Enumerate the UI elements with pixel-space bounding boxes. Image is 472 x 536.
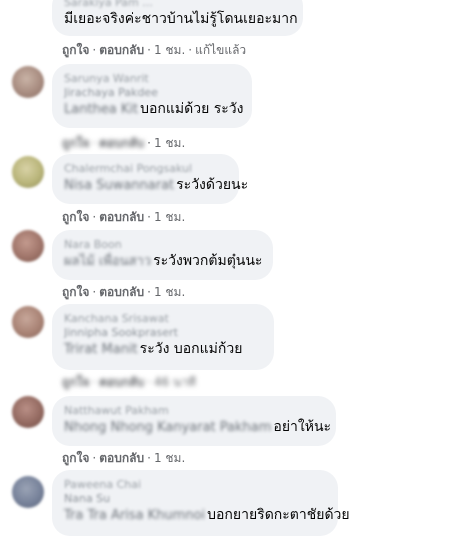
comment-text: อย่าให้นะ (273, 419, 332, 435)
comment-actions: ถูกใจ · ตอบกลับ · 1 ชม. · แก้ไขแล้ว (62, 43, 247, 57)
commenter-name[interactable]: Chalermchai Pongsakul (64, 161, 227, 176)
comment-actions: ถูกใจ · ตอบกลับ · 1 ชม. (62, 210, 186, 224)
like-button[interactable]: ถูกใจ (62, 285, 89, 299)
avatar[interactable] (12, 66, 44, 98)
mention-tag[interactable]: Trirat Manit (64, 341, 138, 359)
comment-actions: ถูกใจ · ตอบกลับ · 1 ชม. (62, 451, 186, 465)
mention-tag[interactable]: ผลไม้ เพื่อนสาว (64, 253, 151, 271)
comment-bubble: Natthawut Pakham Nhong Nhong Kanyarat Pa… (52, 396, 336, 446)
mention-tag[interactable]: Lanthea Kit (64, 101, 138, 119)
comment-bubble: Sarakiya Pam ... มีเยอะจริงค่ะชาวบ้านไม่… (52, 0, 303, 36)
reply-button[interactable]: ตอบกลับ (99, 375, 144, 389)
comment-time[interactable]: 1 ชม. (154, 210, 185, 224)
comment-bubble: Chalermchai Pongsakul Nisa Suwannarat ระว… (52, 154, 248, 204)
comment-bubble: Kanchana Srisawat Jinnipha Sookprasert T… (52, 304, 274, 370)
comment-bubble: Sarunya Wanrit Jirachaya Pakdee Lanthea … (52, 64, 252, 128)
comment-actions: ถูกใจ · ตอบกลับ · 46 นาที (62, 375, 196, 389)
reply-button[interactable]: ตอบกลับ (99, 136, 144, 150)
commenter-name[interactable]: Natthawut Pakham (64, 403, 324, 418)
reply-button[interactable]: ตอบกลับ (99, 210, 144, 224)
mention-tag[interactable]: Tra Tra Arisa Khumnoi (64, 507, 205, 525)
comment-bubble: Nara Boon ผลไม้ เพื่อนสาว ระวังพวกต้มตุ๋น… (52, 230, 273, 280)
comment-actions: ถูกใจ · ตอบกลับ · 1 ชม. (62, 285, 186, 299)
comment-text: บอกยายริดกะตาชัยด้วย (207, 507, 350, 523)
commenter-subtitle: Jinnipha Sookprasert (64, 326, 178, 339)
commenter-name[interactable]: Nara Boon (64, 237, 261, 252)
comment-text: ระวังพวกต้มตุ๋นนะ (153, 253, 263, 269)
like-button[interactable]: ถูกใจ (62, 136, 89, 150)
avatar[interactable] (12, 396, 44, 428)
like-button[interactable]: ถูกใจ (62, 43, 89, 57)
like-button[interactable]: ถูกใจ (62, 451, 89, 465)
avatar[interactable] (12, 230, 44, 262)
mention-tag[interactable]: Nisa Suwannarat (64, 177, 174, 195)
commenter-name[interactable]: Sarakiya Pam ... (64, 0, 291, 10)
commenter-name[interactable]: Paweena Chai (64, 477, 326, 492)
like-button[interactable]: ถูกใจ (62, 375, 89, 389)
commenter-subtitle: Nana Su (64, 492, 111, 505)
mention-tag[interactable]: Nhong Nhong Kanyarat Pakham (64, 419, 271, 437)
comment-time[interactable]: 1 ชม. (154, 136, 185, 150)
commenter-subtitle: Jirachaya Pakdee (64, 86, 158, 99)
comment-time[interactable]: 1 ชม. (154, 43, 185, 57)
reply-button[interactable]: ตอบกลับ (99, 451, 144, 465)
comment-time[interactable]: 1 ชม. (154, 285, 185, 299)
avatar[interactable] (12, 476, 44, 508)
comment-text: บอกแม่ด้วย ระวัง (140, 101, 244, 117)
avatar[interactable] (12, 156, 44, 188)
comment-bubble: Paweena Chai Nana Su Tra Tra Arisa Khumn… (52, 470, 350, 536)
edited-label[interactable]: แก้ไขแล้ว (195, 43, 246, 57)
comment-text: ระวัง บอกแม่ก้วย (139, 341, 243, 357)
avatar[interactable] (12, 306, 44, 338)
comment-time[interactable]: 1 ชม. (154, 451, 185, 465)
comment-time[interactable]: 46 นาที (154, 375, 196, 389)
reply-button[interactable]: ตอบกลับ (99, 43, 144, 57)
comment-text: มีเยอะจริงค่ะชาวบ้านไม่รู้โดนเยอะมาก (64, 11, 298, 27)
commenter-name[interactable]: Kanchana Srisawat (64, 311, 262, 326)
comment-actions: ถูกใจ · ตอบกลับ · 1 ชม. (62, 136, 186, 150)
commenter-name[interactable]: Sarunya Wanrit (64, 71, 240, 86)
like-button[interactable]: ถูกใจ (62, 210, 89, 224)
comment-text: ระวังด้วยนะ (176, 177, 249, 193)
reply-button[interactable]: ตอบกลับ (99, 285, 144, 299)
